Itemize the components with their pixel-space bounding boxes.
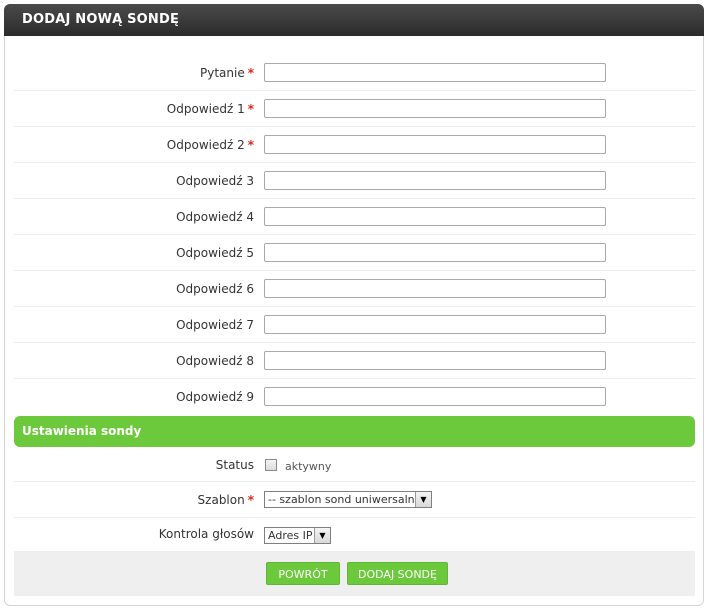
field-row-answer-7: Odpowiedź 7	[14, 307, 695, 343]
question-input[interactable]	[264, 63, 606, 82]
settings-section-header: Ustawienia sondy	[14, 416, 695, 447]
answer-2-input[interactable]	[264, 135, 606, 154]
status-checkbox[interactable]	[265, 459, 277, 471]
field-label: Odpowiedź 5	[176, 246, 254, 260]
field-label: Szablon *	[197, 493, 254, 507]
vote-control-label: Kontrola głosów	[158, 527, 254, 541]
answer-4-input[interactable]	[264, 207, 606, 226]
field-label: Odpowiedź 2 *	[166, 138, 254, 152]
field-label: Odpowiedź 4	[176, 210, 254, 224]
field-row-answer-5: Odpowiedź 5	[14, 235, 695, 271]
field-row-answer-1: Odpowiedź 1 *	[14, 91, 695, 127]
required-marker: *	[247, 138, 254, 152]
required-marker: *	[247, 493, 254, 507]
field-row-answer-6: Odpowiedź 6	[14, 271, 695, 307]
answer-8-input[interactable]	[264, 351, 606, 370]
field-row-answer-8: Odpowiedź 8	[14, 343, 695, 379]
status-checkbox-label[interactable]: aktywny	[285, 460, 331, 473]
chevron-down-icon[interactable]: ▼	[415, 492, 431, 507]
template-select[interactable]: -- szablon sond uniwersalny ▼	[264, 491, 432, 508]
field-row-answer-3: Odpowiedź 3	[14, 163, 695, 199]
form-actions: POWRÓT DODAJ SONDĘ	[14, 551, 695, 596]
answer-3-input[interactable]	[264, 171, 606, 190]
vote-control-select[interactable]: Adres IP ▼	[264, 527, 331, 544]
field-row-answer-4: Odpowiedź 4	[14, 199, 695, 235]
field-label: Odpowiedź 6	[176, 282, 254, 296]
answer-6-input[interactable]	[264, 279, 606, 298]
vote-control-row: Kontrola głosów Adres IP ▼	[14, 517, 695, 551]
required-marker: *	[247, 66, 254, 80]
field-row-answer-9: Odpowiedź 9	[14, 379, 695, 415]
field-row-question: Pytanie *	[14, 55, 695, 91]
template-row: Szablon * -- szablon sond uniwersalny ▼	[14, 482, 695, 518]
field-label: Odpowiedź 7	[176, 318, 254, 332]
add-poll-button[interactable]: DODAJ SONDĘ	[347, 562, 448, 585]
field-label: Odpowiedź 9	[176, 390, 254, 404]
vote-control-select-value: Adres IP	[268, 529, 313, 542]
status-row: Status aktywny	[14, 448, 695, 482]
template-select-value: -- szablon sond uniwersalny	[268, 493, 422, 506]
status-label: Status	[215, 458, 254, 472]
field-label: Odpowiedź 8	[176, 354, 254, 368]
field-label: Odpowiedź 1 *	[166, 102, 254, 116]
page-title: DODAJ NOWĄ SONDĘ	[4, 4, 704, 36]
answer-7-input[interactable]	[264, 315, 606, 334]
field-row-answer-2: Odpowiedź 2 *	[14, 127, 695, 163]
chevron-down-icon[interactable]: ▼	[314, 528, 330, 543]
required-marker: *	[247, 102, 254, 116]
answer-5-input[interactable]	[264, 243, 606, 262]
back-button[interactable]: POWRÓT	[266, 562, 340, 585]
field-label: Pytanie *	[200, 66, 254, 80]
field-label: Odpowiedź 3	[176, 174, 254, 188]
answer-9-input[interactable]	[264, 387, 606, 406]
answer-1-input[interactable]	[264, 99, 606, 118]
